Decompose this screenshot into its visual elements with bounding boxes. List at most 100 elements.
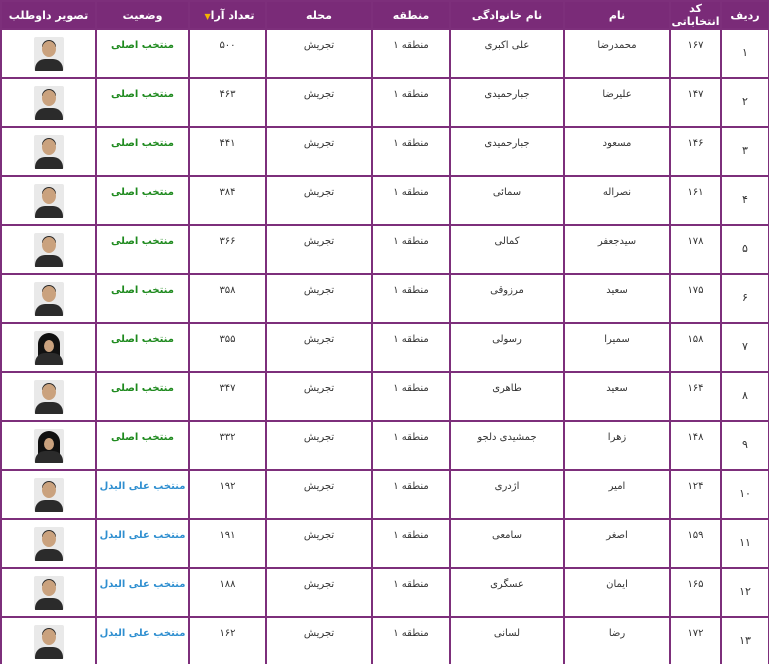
row-number-cell-text: ۶ bbox=[742, 291, 748, 304]
first-name-cell-text: سمیرا bbox=[604, 334, 630, 345]
status-badge: منتخب علی البدل bbox=[99, 579, 186, 590]
region-cell: منطقه ۱ bbox=[373, 177, 449, 224]
last-name-cell: سامعی bbox=[451, 520, 563, 567]
row-number-cell-text: ۱ bbox=[742, 46, 748, 59]
first-name-cell-text: رضا bbox=[608, 628, 626, 639]
last-name-cell: سمائی bbox=[451, 177, 563, 224]
region-cell: منطقه ۱ bbox=[373, 275, 449, 322]
candidate-photo[interactable] bbox=[33, 624, 64, 659]
status-badge: منتخب علی البدل bbox=[99, 628, 186, 639]
code-cell: ۱۵۹ bbox=[671, 520, 720, 567]
header-row-number[interactable]: ردیف bbox=[722, 2, 768, 28]
status-cell: منتخب اصلی bbox=[97, 30, 188, 77]
first-name-cell-text: ایمان bbox=[606, 579, 628, 590]
region-cell: منطقه ۱ bbox=[373, 79, 449, 126]
row-number-cell-text: ۷ bbox=[742, 340, 748, 353]
first-name-cell-text: اصغر bbox=[606, 530, 628, 541]
votes-cell-text: ۳۴۷ bbox=[219, 383, 236, 394]
candidate-photo[interactable] bbox=[33, 85, 64, 120]
code-cell-text: ۱۶۴ bbox=[687, 383, 704, 394]
region-cell-text: منطقه ۱ bbox=[393, 432, 429, 443]
status-badge: منتخب اصلی bbox=[111, 89, 174, 100]
votes-cell-text: ۱۹۲ bbox=[219, 481, 236, 492]
votes-cell: ۳۵۸ bbox=[190, 275, 265, 322]
code-cell-text: ۱۷۲ bbox=[687, 628, 704, 639]
candidate-photo[interactable] bbox=[33, 232, 64, 267]
votes-cell-text: ۳۳۲ bbox=[219, 432, 236, 443]
area-cell-text: تجریش bbox=[303, 628, 335, 639]
row-number-cell: ۵ bbox=[722, 226, 768, 273]
area-cell-text: تجریش bbox=[303, 383, 335, 394]
photo-cell bbox=[2, 471, 95, 518]
last-name-cell-text: سامعی bbox=[492, 530, 522, 541]
area-cell-text: تجریش bbox=[303, 138, 335, 149]
candidate-photo[interactable] bbox=[33, 428, 64, 463]
status-cell: منتخب اصلی bbox=[97, 79, 188, 126]
area-cell-text: تجریش bbox=[303, 481, 335, 492]
first-name-cell: سیدجعفر bbox=[565, 226, 669, 273]
code-cell: ۱۷۵ bbox=[671, 275, 720, 322]
votes-cell: ۱۶۲ bbox=[190, 618, 265, 665]
table-row: ۹ ۱۴۸ زهرا جمشیدی دلجو منطقه ۱ تجریش ۳۳۲ منتخب … bbox=[2, 422, 768, 469]
candidate-photo[interactable] bbox=[33, 477, 64, 512]
region-cell-text: منطقه ۱ bbox=[393, 628, 429, 639]
votes-cell-text: ۱۹۱ bbox=[219, 530, 236, 541]
header-photo[interactable]: تصویر داوطلب bbox=[2, 2, 95, 28]
area-cell-text: تجریش bbox=[303, 579, 335, 590]
region-cell: منطقه ۱ bbox=[373, 324, 449, 371]
last-name-cell-text: اژدری bbox=[494, 481, 520, 492]
code-cell-text: ۱۷۸ bbox=[687, 236, 704, 247]
first-name-cell: محمدرضا bbox=[565, 30, 669, 77]
last-name-cell: طاهری bbox=[451, 373, 563, 420]
header-status[interactable]: وضعیت bbox=[97, 2, 188, 28]
votes-cell-text: ۳۵۵ bbox=[219, 334, 236, 345]
table-row: ۲ ۱۴۷ علیرضا جبارحمیدی منطقه ۱ تجریش ۴۶۳ منتخب … bbox=[2, 79, 768, 126]
candidate-photo[interactable] bbox=[33, 36, 64, 71]
code-cell: ۱۵۸ bbox=[671, 324, 720, 371]
status-cell: منتخب اصلی bbox=[97, 422, 188, 469]
status-cell: منتخب اصلی bbox=[97, 226, 188, 273]
status-cell: منتخب علی البدل bbox=[97, 471, 188, 518]
header-first-name[interactable]: نام bbox=[565, 2, 669, 28]
votes-cell-text: ۳۵۸ bbox=[219, 285, 236, 296]
votes-cell: ۴۴۱ bbox=[190, 128, 265, 175]
area-cell: تجریش bbox=[267, 30, 371, 77]
votes-cell: ۳۸۴ bbox=[190, 177, 265, 224]
photo-cell bbox=[2, 275, 95, 322]
votes-cell: ۳۶۶ bbox=[190, 226, 265, 273]
last-name-cell-text: رسولی bbox=[492, 334, 522, 345]
candidate-photo[interactable] bbox=[33, 526, 64, 561]
votes-cell: ۳۵۵ bbox=[190, 324, 265, 371]
last-name-cell-text: کمالی bbox=[494, 236, 520, 247]
header-area[interactable]: محله bbox=[267, 2, 371, 28]
header-votes[interactable]: تعداد آرا▼ bbox=[190, 2, 265, 28]
candidate-photo[interactable] bbox=[33, 379, 64, 414]
area-cell-text: تجریش bbox=[303, 187, 335, 198]
candidate-photo[interactable] bbox=[33, 134, 64, 169]
header-region[interactable]: منطقه bbox=[373, 2, 449, 28]
region-cell-text: منطقه ۱ bbox=[393, 187, 429, 198]
candidate-photo[interactable] bbox=[33, 281, 64, 316]
code-cell: ۱۶۴ bbox=[671, 373, 720, 420]
candidate-photo[interactable] bbox=[33, 575, 64, 610]
last-name-cell-text: جبارحمیدی bbox=[484, 138, 530, 149]
candidate-photo[interactable] bbox=[33, 183, 64, 218]
area-cell-text: تجریش bbox=[303, 530, 335, 541]
first-name-cell-text: سعید bbox=[606, 383, 628, 394]
first-name-cell: مسعود bbox=[565, 128, 669, 175]
header-code[interactable]: کد انتخاباتی bbox=[671, 2, 720, 28]
last-name-cell: مرزوقی bbox=[451, 275, 563, 322]
region-cell-text: منطقه ۱ bbox=[393, 383, 429, 394]
area-cell-text: تجریش bbox=[303, 40, 335, 51]
table-row: ۷ ۱۵۸ سمیرا رسولی منطقه ۱ تجریش ۳۵۵ منتخب اصلی bbox=[2, 324, 768, 371]
header-last-name[interactable]: نام خانوادگی bbox=[451, 2, 563, 28]
area-cell: تجریش bbox=[267, 128, 371, 175]
votes-cell: ۵۰۰ bbox=[190, 30, 265, 77]
table-row: ۵ ۱۷۸ سیدجعفر کمالی منطقه ۱ تجریش ۳۶۶ منتخب اصل… bbox=[2, 226, 768, 273]
last-name-cell: رسولی bbox=[451, 324, 563, 371]
status-cell: منتخب اصلی bbox=[97, 128, 188, 175]
photo-cell bbox=[2, 373, 95, 420]
region-cell-text: منطقه ۱ bbox=[393, 285, 429, 296]
first-name-cell-text: امیر bbox=[608, 481, 626, 492]
candidate-photo[interactable] bbox=[33, 330, 64, 365]
